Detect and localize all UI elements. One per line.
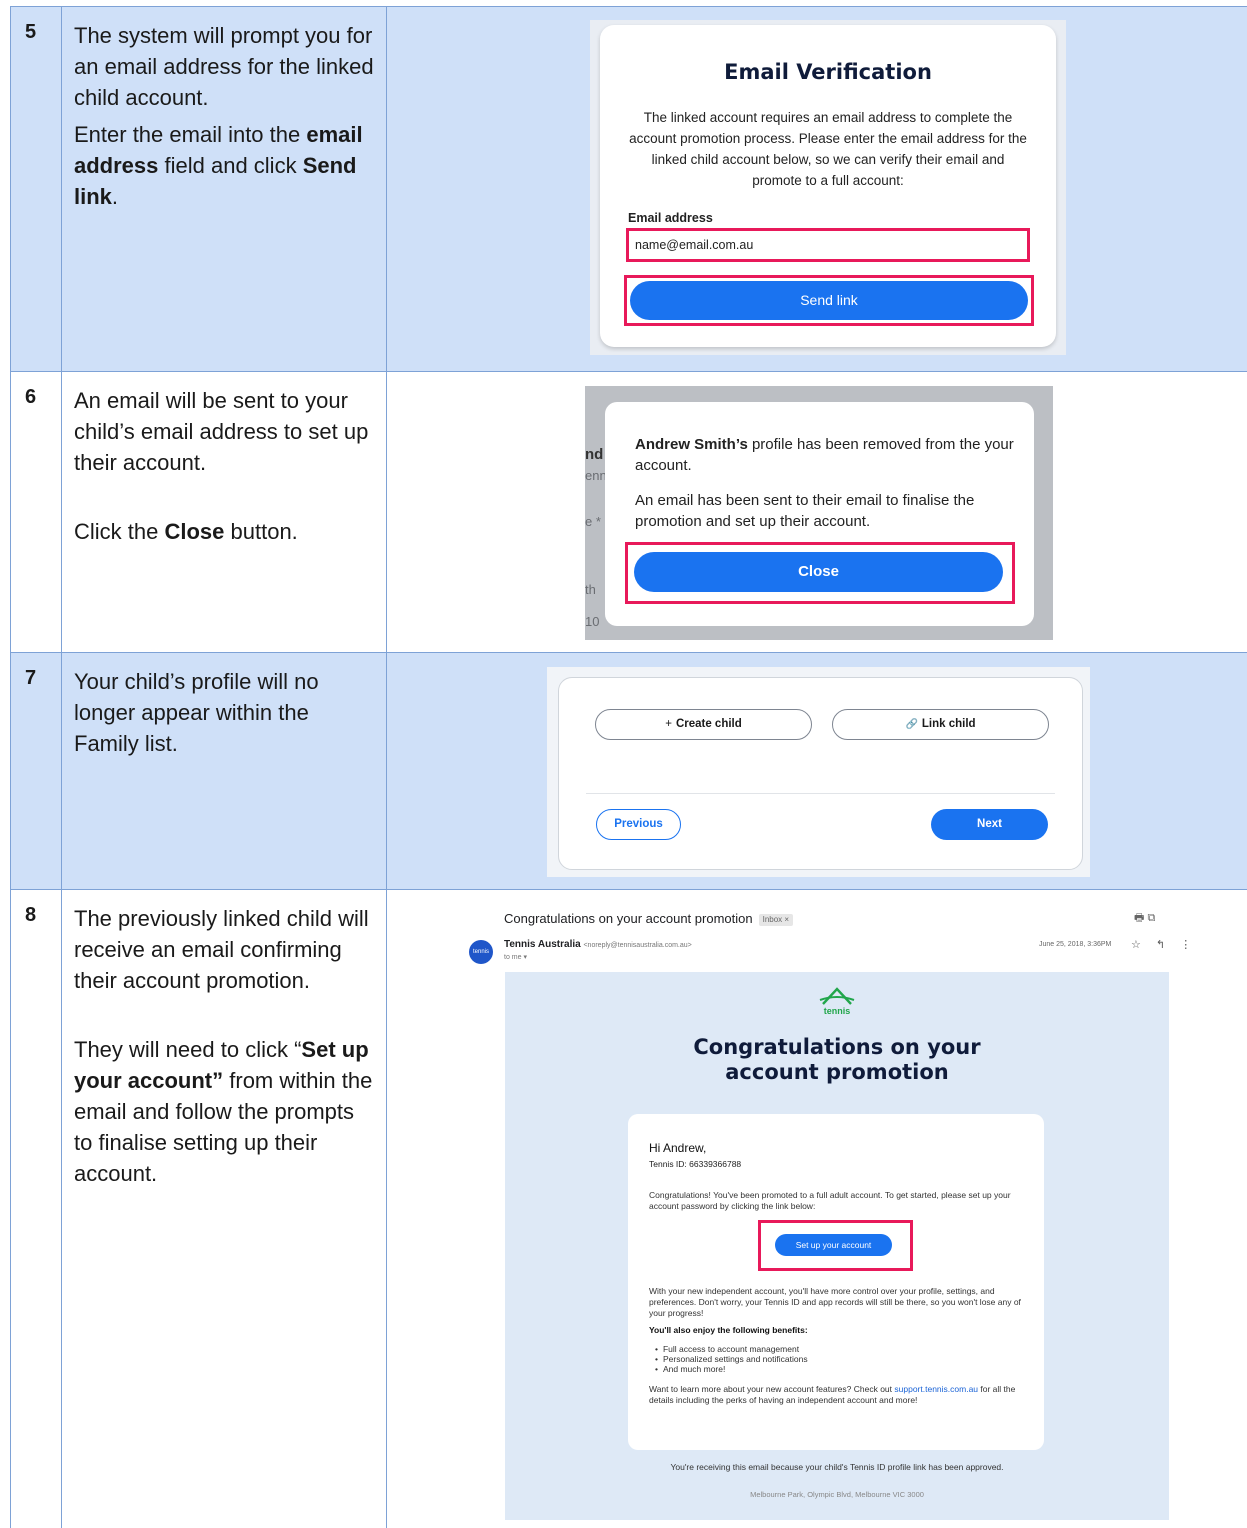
email-field-label: Email address	[628, 211, 713, 225]
background-text-fragment: nd	[585, 446, 604, 463]
step-paragraph: An email will be sent to your child’s em…	[74, 388, 369, 475]
email-subject: Congratulations on your account promotio…	[504, 911, 794, 926]
step-text-cell: The system will prompt you for an email …	[61, 7, 387, 371]
step-row-6: 6 An email will be sent to your child’s …	[10, 371, 1247, 652]
star-reply-more-icons[interactable]: ☆ ↰ ⋮	[1131, 938, 1197, 951]
link-child-button[interactable]: 🔗 Link child	[832, 709, 1049, 740]
close-button[interactable]: Close	[634, 552, 1003, 592]
step-number-cell: 8	[10, 890, 61, 1528]
step-number-cell: 6	[10, 372, 61, 652]
modal-message: Andrew Smith’s profile has been removed …	[635, 436, 1014, 474]
family-list-card: + Create child 🔗 Link child Previous Next	[558, 677, 1083, 870]
list-item: Personalized settings and notifications	[655, 1354, 1015, 1364]
email-footer-address: Melbourne Park, Olympic Blvd, Melbourne …	[750, 1490, 924, 1499]
dialog-title: Email Verification	[724, 60, 932, 84]
sender-line: Tennis Australia <noreply@tennisaustrali…	[504, 939, 692, 950]
link-icon: 🔗	[905, 719, 918, 730]
divider	[586, 793, 1055, 794]
email-verification-dialog: Email Verification The linked account re…	[600, 25, 1056, 347]
step-instructions: An email will be sent to your child’s em…	[74, 385, 374, 553]
step-row-5: 5 The system will prompt you for an emai…	[10, 6, 1247, 371]
step-number-cell: 5	[10, 7, 61, 371]
background-text-fragment: 10	[585, 614, 600, 629]
step-text-cell: Your child’s profile will no longer appe…	[61, 653, 387, 889]
step-number: 7	[25, 667, 37, 689]
email-address-input[interactable]	[629, 231, 1027, 259]
step-paragraph: Click the Close button.	[74, 519, 298, 544]
email-field-highlight	[626, 228, 1030, 262]
email-footer-note: You're receiving this email because your…	[670, 1462, 1004, 1472]
profile-removed-modal: Andrew Smith’s profile has been removed …	[605, 402, 1034, 626]
setup-account-button[interactable]: Set up your account	[775, 1234, 892, 1256]
benefits-heading: You'll also enjoy the following benefits…	[649, 1325, 808, 1335]
step-paragraph: The previously linked child will receive…	[74, 906, 369, 993]
list-item: Full access to account management	[655, 1344, 1015, 1354]
step-text-cell: An email will be sent to your child’s em…	[61, 372, 387, 652]
step-instructions: Your child’s profile will no longer appe…	[74, 666, 374, 765]
close-button-highlight: Close	[625, 542, 1015, 604]
setup-button-highlight: Set up your account	[758, 1220, 913, 1271]
greeting: Hi Andrew,	[649, 1141, 707, 1155]
step-screenshot-cell: + Create child 🔗 Link child Previous Next	[387, 653, 1247, 889]
step-paragraph: The system will prompt you for an email …	[74, 23, 374, 110]
tennis-logo: tennis	[817, 986, 857, 1020]
sender-avatar: tennis	[469, 940, 493, 964]
send-link-highlight: Send link	[624, 275, 1034, 326]
logo-wordmark: tennis	[823, 1006, 851, 1016]
tennis-id: Tennis ID: 66339366788	[649, 1159, 742, 1169]
email-date: June 25, 2018, 3:36PM	[1039, 941, 1112, 948]
inbox-label-badge[interactable]: Inbox ×	[758, 914, 794, 926]
step-paragraph: They will need to click “Set up your acc…	[74, 1037, 373, 1186]
step-paragraph: Your child’s profile will no longer appe…	[74, 669, 319, 756]
send-link-button[interactable]: Send link	[630, 281, 1028, 320]
support-link[interactable]: support.tennis.com.au	[894, 1384, 978, 1394]
plus-icon: +	[665, 718, 672, 730]
step-paragraph: Enter the email into the email address f…	[74, 122, 363, 209]
step-number: 6	[25, 386, 37, 408]
create-child-button[interactable]: + Create child	[595, 709, 812, 740]
email-paragraph: Want to learn more about your new accoun…	[649, 1384, 1016, 1405]
email-headline: Congratulations on your account promotio…	[693, 1035, 981, 1084]
step-screenshot-cell: Email Verification The linked account re…	[387, 7, 1247, 371]
email-paragraph: Congratulations! You've been promoted to…	[649, 1190, 1011, 1211]
print-icon[interactable]: 🖶 ⧉	[1134, 909, 1155, 928]
step-text-cell: The previously linked child will receive…	[61, 890, 387, 1528]
background-text-fragment: enn	[585, 468, 607, 483]
modal-message: An email has been sent to their email to…	[635, 492, 975, 530]
step-row-8: 8 The previously linked child will recei…	[10, 889, 1247, 1528]
step-screenshot-cell: nd enn e * th 10 Andrew Smith’s profile …	[387, 372, 1247, 652]
background-text-fragment: e *	[585, 514, 601, 529]
email-body: tennis Congratulations on your account p…	[505, 972, 1169, 1520]
list-item: And much more!	[655, 1364, 1015, 1374]
recipient-dropdown[interactable]: to me ▾	[504, 953, 527, 961]
tennis-logo-icon	[819, 987, 855, 1005]
step-screenshot-cell: Congratulations on your account promotio…	[387, 890, 1247, 1528]
background-text-fragment: th	[585, 582, 596, 597]
previous-button[interactable]: Previous	[596, 809, 681, 840]
step-instructions: The previously linked child will receive…	[74, 903, 374, 1195]
step-row-7: 7 Your child’s profile will no longer ap…	[10, 652, 1247, 889]
dialog-description: The linked account requires an email add…	[629, 110, 1027, 188]
email-verification-screenshot: Email Verification The linked account re…	[590, 20, 1066, 355]
step-number: 5	[25, 21, 37, 43]
step-number-cell: 7	[10, 653, 61, 889]
step-number: 8	[25, 904, 37, 926]
benefits-list: Full access to account management Person…	[655, 1344, 1015, 1374]
email-content-card: Hi Andrew, Tennis ID: 66339366788 Congra…	[628, 1114, 1044, 1450]
next-button[interactable]: Next	[931, 809, 1048, 840]
family-list-screenshot: + Create child 🔗 Link child Previous Next	[547, 667, 1090, 877]
email-paragraph: With your new independent account, you'l…	[649, 1286, 1021, 1318]
step-instructions: The system will prompt you for an email …	[74, 20, 374, 218]
